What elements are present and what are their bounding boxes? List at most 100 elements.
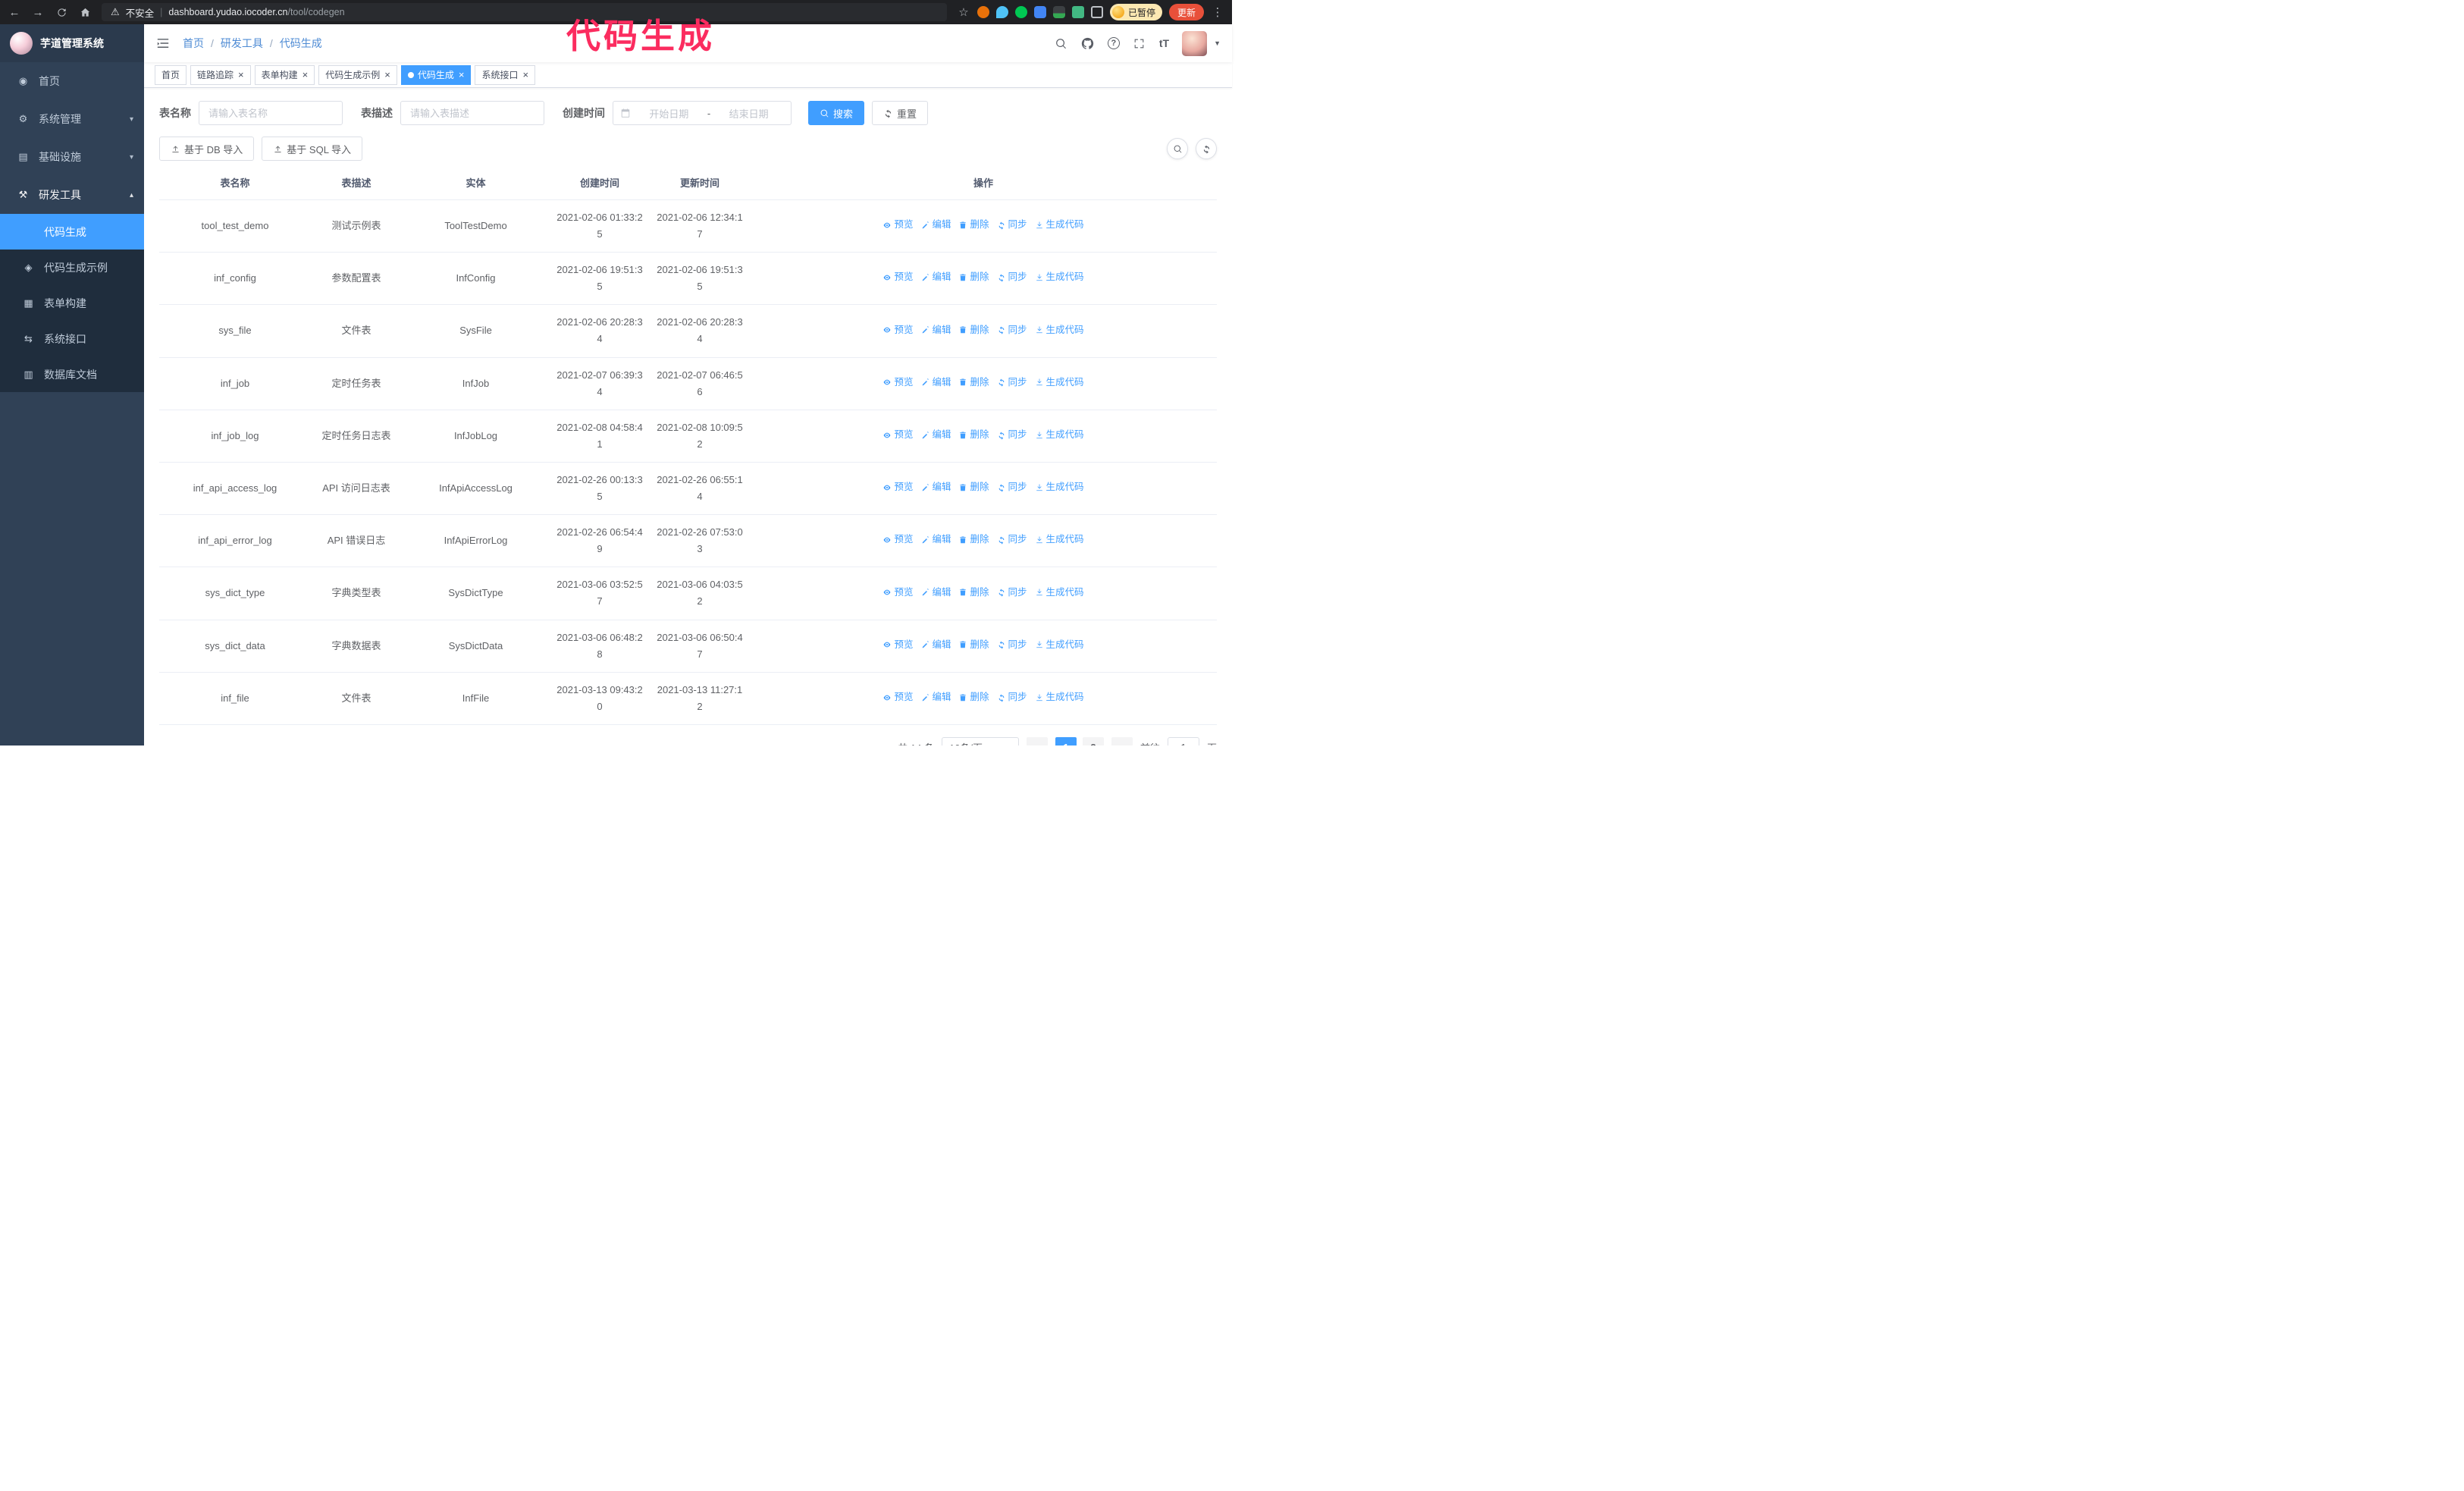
- close-icon[interactable]: ×: [303, 70, 309, 80]
- submenu-item-4[interactable]: ⇆ 系统接口: [0, 321, 144, 356]
- tab-1[interactable]: 首页: [155, 64, 187, 85]
- table-desc-input[interactable]: [400, 101, 544, 125]
- extension-icon-2[interactable]: [995, 6, 1008, 18]
- action-edit-link[interactable]: 编辑: [920, 585, 951, 601]
- create-time-range-picker[interactable]: 开始日期 - 结束日期: [613, 101, 792, 125]
- extension-icon-5[interactable]: [1052, 6, 1065, 18]
- action-edit-link[interactable]: 编辑: [920, 269, 951, 285]
- kebab-menu-icon[interactable]: ⋮: [1211, 5, 1224, 19]
- action-sync-link[interactable]: 同步: [997, 532, 1027, 548]
- action-preview-link[interactable]: 预览: [882, 427, 913, 443]
- breadcrumb-tools[interactable]: 研发工具: [221, 36, 263, 51]
- close-icon[interactable]: ×: [384, 70, 390, 80]
- submenu-item-2[interactable]: ◈ 代码生成示例: [0, 250, 144, 285]
- submenu-item-5[interactable]: ▥ 数据库文档: [0, 356, 144, 392]
- github-icon[interactable]: [1081, 36, 1095, 50]
- action-delete-link[interactable]: 删除: [958, 532, 989, 548]
- extension-icon-3[interactable]: [1014, 6, 1027, 18]
- action-generate-link[interactable]: 生成代码: [1035, 269, 1084, 285]
- extension-icon-6[interactable]: [1071, 6, 1084, 18]
- profile-paused-badge[interactable]: 已暂停: [1109, 4, 1162, 20]
- action-edit-link[interactable]: 编辑: [920, 532, 951, 548]
- table-name-input[interactable]: [199, 101, 343, 125]
- refresh-table-button[interactable]: [1196, 138, 1217, 159]
- tab-4[interactable]: 代码生成示例 ×: [318, 64, 397, 85]
- import-sql-button[interactable]: 基于 SQL 导入: [262, 137, 363, 161]
- action-generate-link[interactable]: 生成代码: [1035, 637, 1084, 653]
- action-sync-link[interactable]: 同步: [997, 479, 1027, 495]
- sidebar-item-4[interactable]: ⚒ 研发工具 ▴: [0, 176, 144, 214]
- goto-page-input[interactable]: [1167, 736, 1199, 746]
- font-size-icon[interactable]: tT: [1159, 37, 1169, 49]
- fullscreen-icon[interactable]: [1133, 36, 1146, 50]
- action-delete-link[interactable]: 删除: [958, 689, 989, 705]
- home-icon[interactable]: [78, 5, 92, 19]
- action-preview-link[interactable]: 预览: [882, 479, 913, 495]
- sidebar-item-3[interactable]: ▤ 基础设施 ▾: [0, 138, 144, 176]
- action-preview-link[interactable]: 预览: [882, 689, 913, 705]
- extension-icon-1[interactable]: [977, 6, 989, 18]
- action-delete-link[interactable]: 删除: [958, 479, 989, 495]
- action-preview-link[interactable]: 预览: [882, 637, 913, 653]
- action-preview-link[interactable]: 预览: [882, 269, 913, 285]
- toggle-search-button[interactable]: [1167, 138, 1188, 159]
- page-button-2[interactable]: 2: [1082, 736, 1104, 746]
- submenu-item-3[interactable]: ▦ 表单构建: [0, 285, 144, 321]
- action-edit-link[interactable]: 编辑: [920, 427, 951, 443]
- action-preview-link[interactable]: 预览: [882, 375, 913, 391]
- page-size-select[interactable]: 10条/页 ▼: [941, 736, 1019, 746]
- back-icon[interactable]: ←: [8, 5, 21, 19]
- user-avatar[interactable]: [1182, 30, 1208, 56]
- tab-6[interactable]: 系统接口 ×: [475, 64, 536, 85]
- reload-icon[interactable]: [55, 5, 68, 19]
- address-bar[interactable]: ⚠ 不安全 | dashboard.yudao.iocoder.cn/tool/…: [102, 3, 947, 21]
- action-edit-link[interactable]: 编辑: [920, 479, 951, 495]
- action-generate-link[interactable]: 生成代码: [1035, 479, 1084, 495]
- action-generate-link[interactable]: 生成代码: [1035, 217, 1084, 233]
- search-button[interactable]: 搜索: [808, 101, 865, 125]
- action-sync-link[interactable]: 同步: [997, 427, 1027, 443]
- action-sync-link[interactable]: 同步: [997, 637, 1027, 653]
- action-preview-link[interactable]: 预览: [882, 585, 913, 601]
- close-icon[interactable]: ×: [522, 70, 528, 80]
- import-db-button[interactable]: 基于 DB 导入: [159, 137, 255, 161]
- action-sync-link[interactable]: 同步: [997, 322, 1027, 338]
- action-edit-link[interactable]: 编辑: [920, 322, 951, 338]
- action-generate-link[interactable]: 生成代码: [1035, 322, 1084, 338]
- action-generate-link[interactable]: 生成代码: [1035, 585, 1084, 601]
- submenu-item-1[interactable]: 代码生成: [0, 214, 144, 250]
- action-preview-link[interactable]: 预览: [882, 322, 913, 338]
- tab-3[interactable]: 表单构建 ×: [254, 64, 315, 85]
- action-generate-link[interactable]: 生成代码: [1035, 532, 1084, 548]
- action-generate-link[interactable]: 生成代码: [1035, 689, 1084, 705]
- action-edit-link[interactable]: 编辑: [920, 375, 951, 391]
- action-preview-link[interactable]: 预览: [882, 532, 913, 548]
- action-delete-link[interactable]: 删除: [958, 375, 989, 391]
- close-icon[interactable]: ×: [238, 70, 244, 80]
- action-sync-link[interactable]: 同步: [997, 375, 1027, 391]
- action-delete-link[interactable]: 删除: [958, 269, 989, 285]
- action-delete-link[interactable]: 删除: [958, 322, 989, 338]
- sidebar-toggle-icon[interactable]: [155, 36, 171, 51]
- action-delete-link[interactable]: 删除: [958, 585, 989, 601]
- action-delete-link[interactable]: 删除: [958, 217, 989, 233]
- action-delete-link[interactable]: 删除: [958, 427, 989, 443]
- action-generate-link[interactable]: 生成代码: [1035, 427, 1084, 443]
- action-generate-link[interactable]: 生成代码: [1035, 375, 1084, 391]
- action-sync-link[interactable]: 同步: [997, 217, 1027, 233]
- action-edit-link[interactable]: 编辑: [920, 689, 951, 705]
- next-page-button[interactable]: ›: [1111, 736, 1133, 746]
- reset-button[interactable]: 重置: [872, 101, 929, 125]
- action-sync-link[interactable]: 同步: [997, 585, 1027, 601]
- tab-5[interactable]: 代码生成 ×: [400, 64, 472, 85]
- help-icon[interactable]: ?: [1107, 37, 1120, 49]
- action-edit-link[interactable]: 编辑: [920, 217, 951, 233]
- extension-icon-4[interactable]: [1033, 6, 1046, 18]
- forward-icon[interactable]: →: [31, 5, 45, 19]
- action-edit-link[interactable]: 编辑: [920, 637, 951, 653]
- caret-down-icon[interactable]: ▼: [1214, 39, 1221, 47]
- action-sync-link[interactable]: 同步: [997, 269, 1027, 285]
- extensions-puzzle-icon[interactable]: [1090, 6, 1103, 18]
- action-sync-link[interactable]: 同步: [997, 689, 1027, 705]
- sidebar-item-2[interactable]: ⚙ 系统管理 ▾: [0, 100, 144, 138]
